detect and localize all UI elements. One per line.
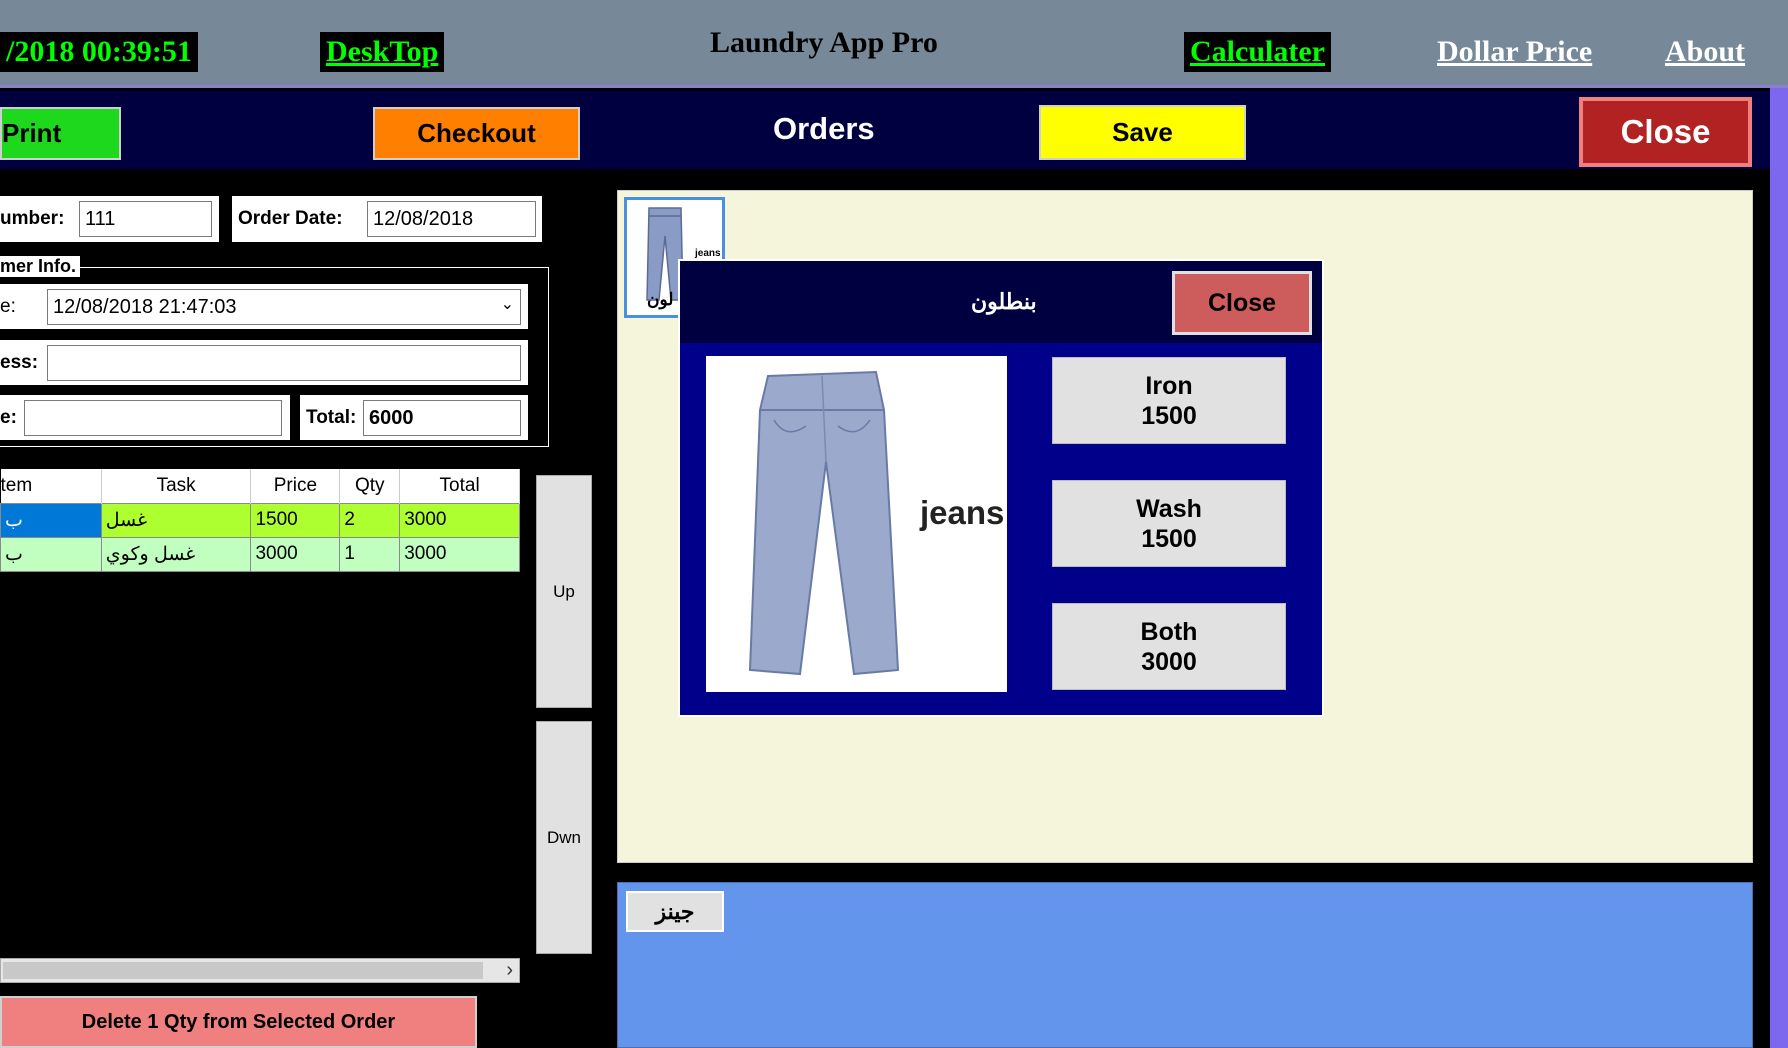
col-header-task[interactable]: Task [101,469,252,503]
page-heading: Orders [773,111,875,146]
order-number-input[interactable]: 111 [79,201,212,237]
dollar-price-link[interactable]: Dollar Price [1437,34,1592,70]
wash-option-name: Wash [1136,494,1202,523]
move-down-button[interactable]: Dwn [536,721,592,954]
address-label: ess: [0,352,39,373]
dialog-close-button[interactable]: Close [1172,271,1312,335]
close-button[interactable]: Close [1579,97,1752,167]
iron-option-button[interactable]: Iron 1500 [1052,357,1286,444]
time-label: e: [0,296,16,317]
time-select[interactable]: 12/08/2018 21:47:03 ⌄ [47,289,521,325]
phone-row: e: [0,395,290,440]
dialog-title: بنطلون [971,289,1037,314]
total-input[interactable]: 6000 [363,400,521,436]
cell-price[interactable]: 1500 [250,502,341,538]
item-options-dialog: بنطلون Close jeans Iron 1500 Wash 1500 B… [678,259,1324,717]
calculator-link[interactable]: Calculater [1184,32,1331,72]
thumbnail-caption: jeans [695,248,721,259]
time-select-value: 12/08/2018 21:47:03 [53,296,237,318]
item-image-caption: jeans [920,494,1005,531]
scrollbar-thumb[interactable] [3,962,483,979]
category-jeans-button[interactable]: جينز [626,891,724,932]
iron-option-name: Iron [1145,371,1193,400]
both-option-price: 3000 [1141,647,1197,676]
order-date-label: Order Date: [238,208,343,229]
horizontal-scrollbar[interactable]: › [0,958,520,983]
clock-display: /2018 00:39:51 [0,32,198,72]
delete-qty-button[interactable]: Delete 1 Qty from Selected Order [0,996,477,1048]
toolbar: Print Checkout Orders Save Close [0,91,1770,169]
print-button[interactable]: Print [0,107,121,160]
customer-info-label: mer Info. [0,256,81,277]
desktop-link[interactable]: DeskTop [320,32,445,72]
category-panel: جينز [617,882,1753,1048]
order-number-label: umber: [0,208,65,229]
top-bar: /2018 00:39:51 DeskTop Laundry App Pro C… [0,0,1788,88]
phone-input[interactable] [24,400,282,436]
cell-item[interactable]: ب [0,502,102,538]
cell-total[interactable]: 3000 [399,536,520,572]
jeans-image-icon [748,370,900,676]
checkout-button[interactable]: Checkout [373,107,580,160]
save-button[interactable]: Save [1039,105,1246,160]
address-row: ess: [0,340,528,385]
cell-task[interactable]: غسل [100,502,252,538]
table-row[interactable]: ب غسل 1500 2 3000 [0,502,520,538]
app-title: Laundry App Pro [710,26,938,59]
col-header-qty[interactable]: Qty [339,469,401,503]
wash-option-price: 1500 [1141,524,1197,553]
cell-price[interactable]: 3000 [250,536,341,572]
order-date-input[interactable]: 12/08/2018 [367,201,536,237]
address-input[interactable] [47,345,521,381]
dialog-header: بنطلون Close [680,261,1322,343]
chevron-down-icon: ⌄ [500,296,514,313]
col-header-price[interactable]: Price [250,469,341,503]
cell-qty[interactable]: 2 [339,502,401,538]
cell-task[interactable]: غسل وكوي [100,536,252,572]
scroll-right-icon[interactable]: › [506,959,513,981]
total-row: Total: 6000 [300,395,528,440]
cell-qty[interactable]: 1 [339,536,401,572]
order-grid[interactable]: tem Task Price Qty Total ب غسل 1500 2 30… [0,469,520,969]
wash-option-button[interactable]: Wash 1500 [1052,480,1286,567]
cell-total[interactable]: 3000 [399,502,520,538]
col-header-item[interactable]: tem [0,469,102,503]
time-row: e: 12/08/2018 21:47:03 ⌄ [0,284,528,329]
both-option-name: Both [1140,617,1198,646]
iron-option-price: 1500 [1141,401,1197,430]
move-up-button[interactable]: Up [536,475,592,708]
both-option-button[interactable]: Both 3000 [1052,603,1286,690]
window-edge [1770,88,1788,1048]
item-image: jeans [706,356,1007,692]
order-date-box: Order Date: 12/08/2018 [232,196,542,242]
thumbnail-label: لون [647,290,674,309]
table-row[interactable]: ب غسل وكوي 3000 1 3000 [0,536,520,572]
cell-item[interactable]: ب [0,536,102,572]
about-link[interactable]: About [1665,34,1745,70]
order-number-box: umber: 111 [0,196,219,242]
phone-label: e: [0,407,17,428]
total-label: Total: [306,407,357,428]
col-header-total[interactable]: Total [399,469,520,503]
